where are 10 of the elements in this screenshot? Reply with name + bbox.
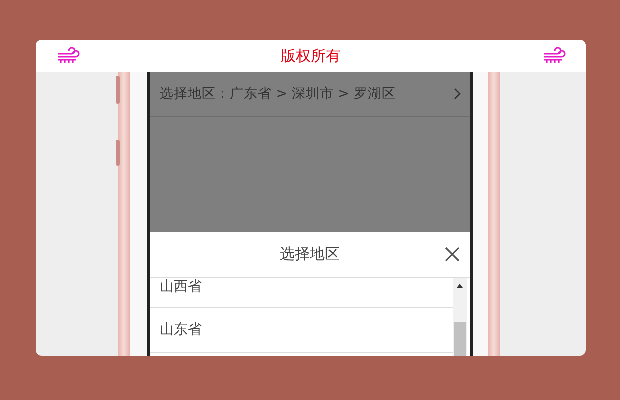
chevron-right-icon — [454, 88, 462, 100]
region-item[interactable]: 山西省 — [150, 278, 453, 308]
scrollbar[interactable] — [453, 278, 467, 356]
wind-icon — [542, 46, 566, 66]
wind-icon — [56, 46, 80, 66]
close-icon[interactable] — [445, 247, 460, 262]
scroll-up-icon[interactable] — [457, 284, 463, 288]
address-text: 选择地区：广东省 > 深圳市 > 罗湖区 — [160, 85, 396, 103]
header-title: 版权所有 — [281, 46, 341, 66]
sheet-title: 选择地区 — [280, 245, 340, 264]
